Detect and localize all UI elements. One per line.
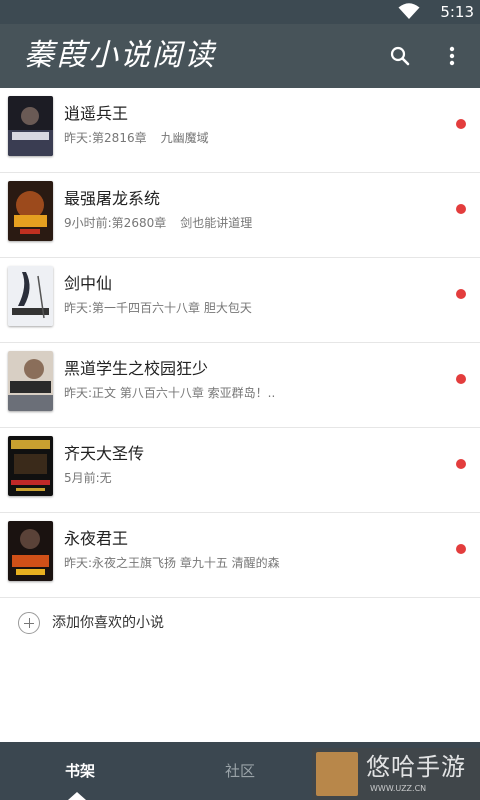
- watermark: 悠哈手游 WWW.UZZ.CN: [312, 748, 480, 800]
- book-update-info: 5月前:无: [64, 471, 112, 485]
- book-item[interactable]: 逍遥兵王 昨天:第2816章 九幽魔域: [0, 88, 480, 173]
- watermark-url: WWW.UZZ.CN: [370, 784, 427, 793]
- book-title: 剑中仙: [64, 274, 113, 293]
- more-vert-icon: [449, 46, 455, 66]
- book-cover: [8, 521, 53, 581]
- add-circle-icon: [18, 612, 40, 634]
- watermark-text: 悠哈手游: [366, 753, 466, 781]
- book-cover: [8, 96, 53, 156]
- book-title: 齐天大圣传: [64, 444, 145, 463]
- more-options-button[interactable]: [440, 40, 464, 72]
- tab-community[interactable]: 社区: [160, 742, 320, 800]
- unread-indicator: [456, 459, 466, 469]
- book-title: 最强屠龙系统: [64, 189, 161, 208]
- book-item[interactable]: 齐天大圣传 5月前:无: [0, 428, 480, 513]
- book-cover: [8, 266, 53, 326]
- status-bar: 5:13: [0, 0, 480, 24]
- book-update-info: 昨天:第2816章 九幽魔域: [64, 131, 209, 145]
- wifi-icon: [398, 3, 420, 19]
- book-item[interactable]: 永夜君王 昨天:永夜之王旗飞扬 章九十五 清醒的森: [0, 513, 480, 598]
- book-cover: [8, 436, 53, 496]
- add-book-label: 添加你喜欢的小说: [52, 615, 164, 631]
- search-button[interactable]: [384, 40, 416, 72]
- book-item[interactable]: 最强屠龙系统 9小时前:第2680章 剑也能讲道理: [0, 173, 480, 258]
- book-update-info: 昨天:永夜之王旗飞扬 章九十五 清醒的森: [64, 556, 280, 570]
- status-time: 5:13: [440, 3, 474, 21]
- app-title: 蓁葭小说阅读: [24, 38, 216, 73]
- book-item[interactable]: 黑道学生之校园狂少 昨天:正文 第八百六十八章 索亚群岛！..: [0, 343, 480, 428]
- book-cover: [8, 181, 53, 241]
- book-update-info: 昨天:正文 第八百六十八章 索亚群岛！..: [64, 386, 276, 400]
- watermark-logo: [316, 752, 358, 796]
- unread-indicator: [456, 119, 466, 129]
- bookshelf-list: 逍遥兵王 昨天:第2816章 九幽魔域 最强屠龙系统 9小时前:第2680章 剑也能…: [0, 88, 480, 598]
- book-cover: [8, 351, 53, 411]
- app-toolbar: 蓁葭小说阅读: [0, 24, 480, 88]
- book-update-info: 昨天:第一千四百六十八章 胆大包天: [64, 301, 252, 315]
- add-book-button[interactable]: 添加你喜欢的小说: [0, 598, 480, 650]
- book-item[interactable]: 剑中仙 昨天:第一千四百六十八章 胆大包天: [0, 258, 480, 343]
- book-update-info: 9小时前:第2680章 剑也能讲道理: [64, 216, 253, 230]
- book-title: 永夜君王: [64, 529, 129, 548]
- unread-indicator: [456, 374, 466, 384]
- search-icon: [390, 46, 410, 66]
- book-title: 逍遥兵王: [64, 104, 129, 123]
- active-tab-indicator: [68, 792, 86, 800]
- book-title: 黑道学生之校园狂少: [64, 359, 209, 378]
- unread-indicator: [456, 544, 466, 554]
- unread-indicator: [456, 289, 466, 299]
- unread-indicator: [456, 204, 466, 214]
